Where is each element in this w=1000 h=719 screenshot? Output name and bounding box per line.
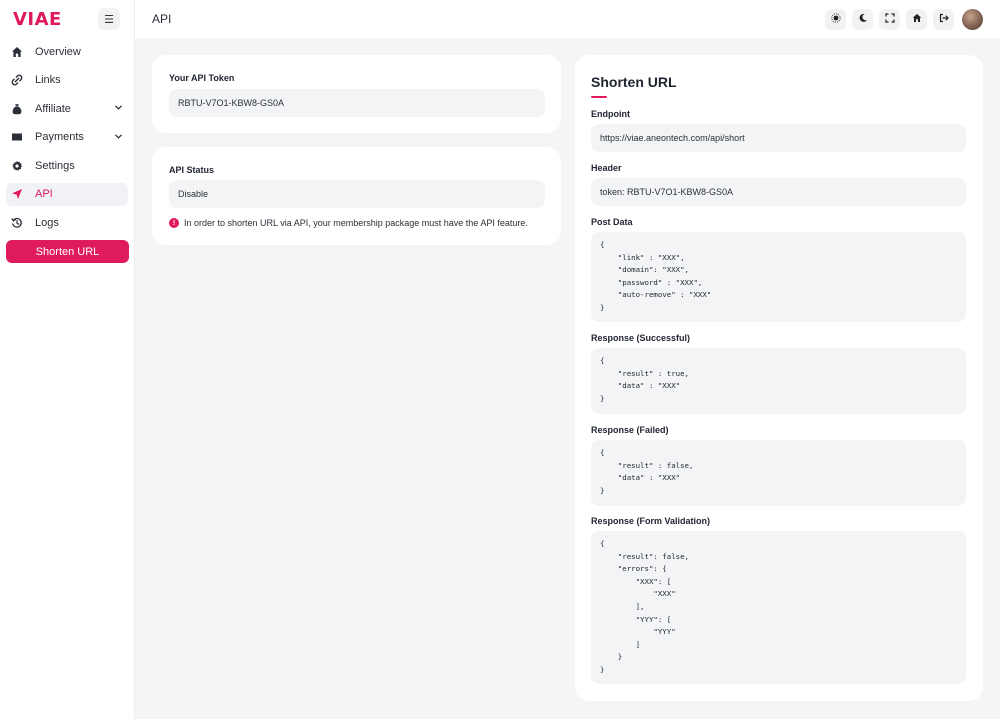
success-response-code: { "result" : true, "data" : "XXX" } — [591, 348, 966, 414]
api-token-field[interactable]: RBTU-V7O1-KBW8-GS0A — [169, 89, 545, 117]
sidebar-item-payments[interactable]: Payments — [6, 126, 128, 149]
sidebar: VIAE ☰ Overview Links Affiliate Payments… — [0, 0, 135, 719]
theme-light-button[interactable] — [825, 8, 846, 30]
home-button[interactable] — [906, 8, 927, 30]
failed-response-code: { "result" : false, "data" : "XXX" } — [591, 440, 966, 506]
sidebar-item-api[interactable]: API — [6, 182, 128, 206]
top-header: API — [135, 0, 1000, 38]
link-icon — [10, 73, 24, 87]
sidebar-item-label: Logs — [35, 217, 59, 230]
sidebar-item-label: Overview — [35, 45, 81, 58]
sidebar-item-label: Affiliate — [35, 102, 71, 115]
logout-button[interactable] — [933, 8, 954, 30]
validation-response-code: { "result": false, "errors": { "XXX": [ … — [591, 531, 966, 684]
sidebar-nav: Overview Links Affiliate Payments Settin… — [0, 40, 134, 235]
sidebar-item-label: API — [35, 188, 53, 201]
money-bag-icon — [10, 102, 24, 116]
home-icon — [10, 45, 24, 59]
sun-icon — [830, 13, 841, 25]
gear-icon — [10, 159, 24, 173]
sidebar-item-label: Links — [35, 74, 61, 87]
page-title: API — [152, 12, 172, 26]
sidebar-item-affiliate[interactable]: Affiliate — [6, 97, 128, 120]
api-notice-text: In order to shorten URL via API, your me… — [184, 218, 528, 228]
api-status-card: API Status Disable ! In order to shorten… — [152, 147, 561, 245]
moon-icon — [858, 13, 868, 25]
api-status-field[interactable]: Disable — [169, 180, 545, 208]
hamburger-icon: ☰ — [104, 13, 114, 26]
title-underline — [591, 96, 607, 98]
success-response-label: Response (Successful) — [591, 333, 691, 343]
header-actions — [825, 8, 983, 30]
chevron-down-icon — [114, 103, 123, 114]
home-icon — [912, 13, 922, 25]
shorten-url-title: Shorten URL — [591, 74, 677, 90]
fullscreen-button[interactable] — [879, 8, 900, 30]
send-icon — [10, 187, 24, 201]
chevron-down-icon — [114, 132, 123, 143]
sidebar-item-label: Payments — [35, 131, 84, 144]
shorten-url-card: Shorten URL Endpoint https://viae.aneont… — [575, 55, 983, 701]
exclamation-icon: ! — [169, 218, 179, 228]
brand-row: VIAE ☰ — [0, 0, 134, 38]
fullscreen-icon — [884, 13, 895, 25]
post-data-label: Post Data — [591, 217, 633, 227]
failed-response-label: Response (Failed) — [591, 425, 669, 435]
shorten-url-button[interactable]: Shorten URL — [6, 240, 129, 264]
sidebar-item-label: Settings — [35, 159, 75, 172]
endpoint-field[interactable]: https://viae.aneontech.com/api/short — [591, 124, 966, 152]
validation-response-label: Response (Form Validation) — [591, 516, 711, 526]
sidebar-item-settings[interactable]: Settings — [6, 154, 128, 177]
sidebar-item-links[interactable]: Links — [6, 69, 128, 92]
brand-logo[interactable]: VIAE — [13, 9, 62, 30]
header-label: Header — [591, 163, 622, 173]
api-token-card: Your API Token RBTU-V7O1-KBW8-GS0A — [152, 55, 561, 133]
sidebar-item-logs[interactable]: Logs — [6, 212, 128, 235]
history-icon — [10, 216, 24, 230]
post-data-code: { "link" : "XXX", "domain": "XXX", "pass… — [591, 232, 966, 322]
avatar[interactable] — [962, 8, 983, 30]
api-status-label: API Status — [169, 165, 215, 175]
theme-dark-button[interactable] — [852, 8, 873, 30]
header-field[interactable]: token: RBTU-V7O1-KBW8-GS0A — [591, 178, 966, 206]
logout-icon — [939, 13, 949, 25]
endpoint-label: Endpoint — [591, 109, 630, 119]
api-token-label: Your API Token — [169, 73, 235, 83]
api-notice: ! In order to shorten URL via API, your … — [169, 218, 528, 228]
card-icon — [10, 130, 24, 144]
sidebar-item-overview[interactable]: Overview — [6, 40, 128, 63]
menu-toggle-button[interactable]: ☰ — [98, 8, 120, 30]
